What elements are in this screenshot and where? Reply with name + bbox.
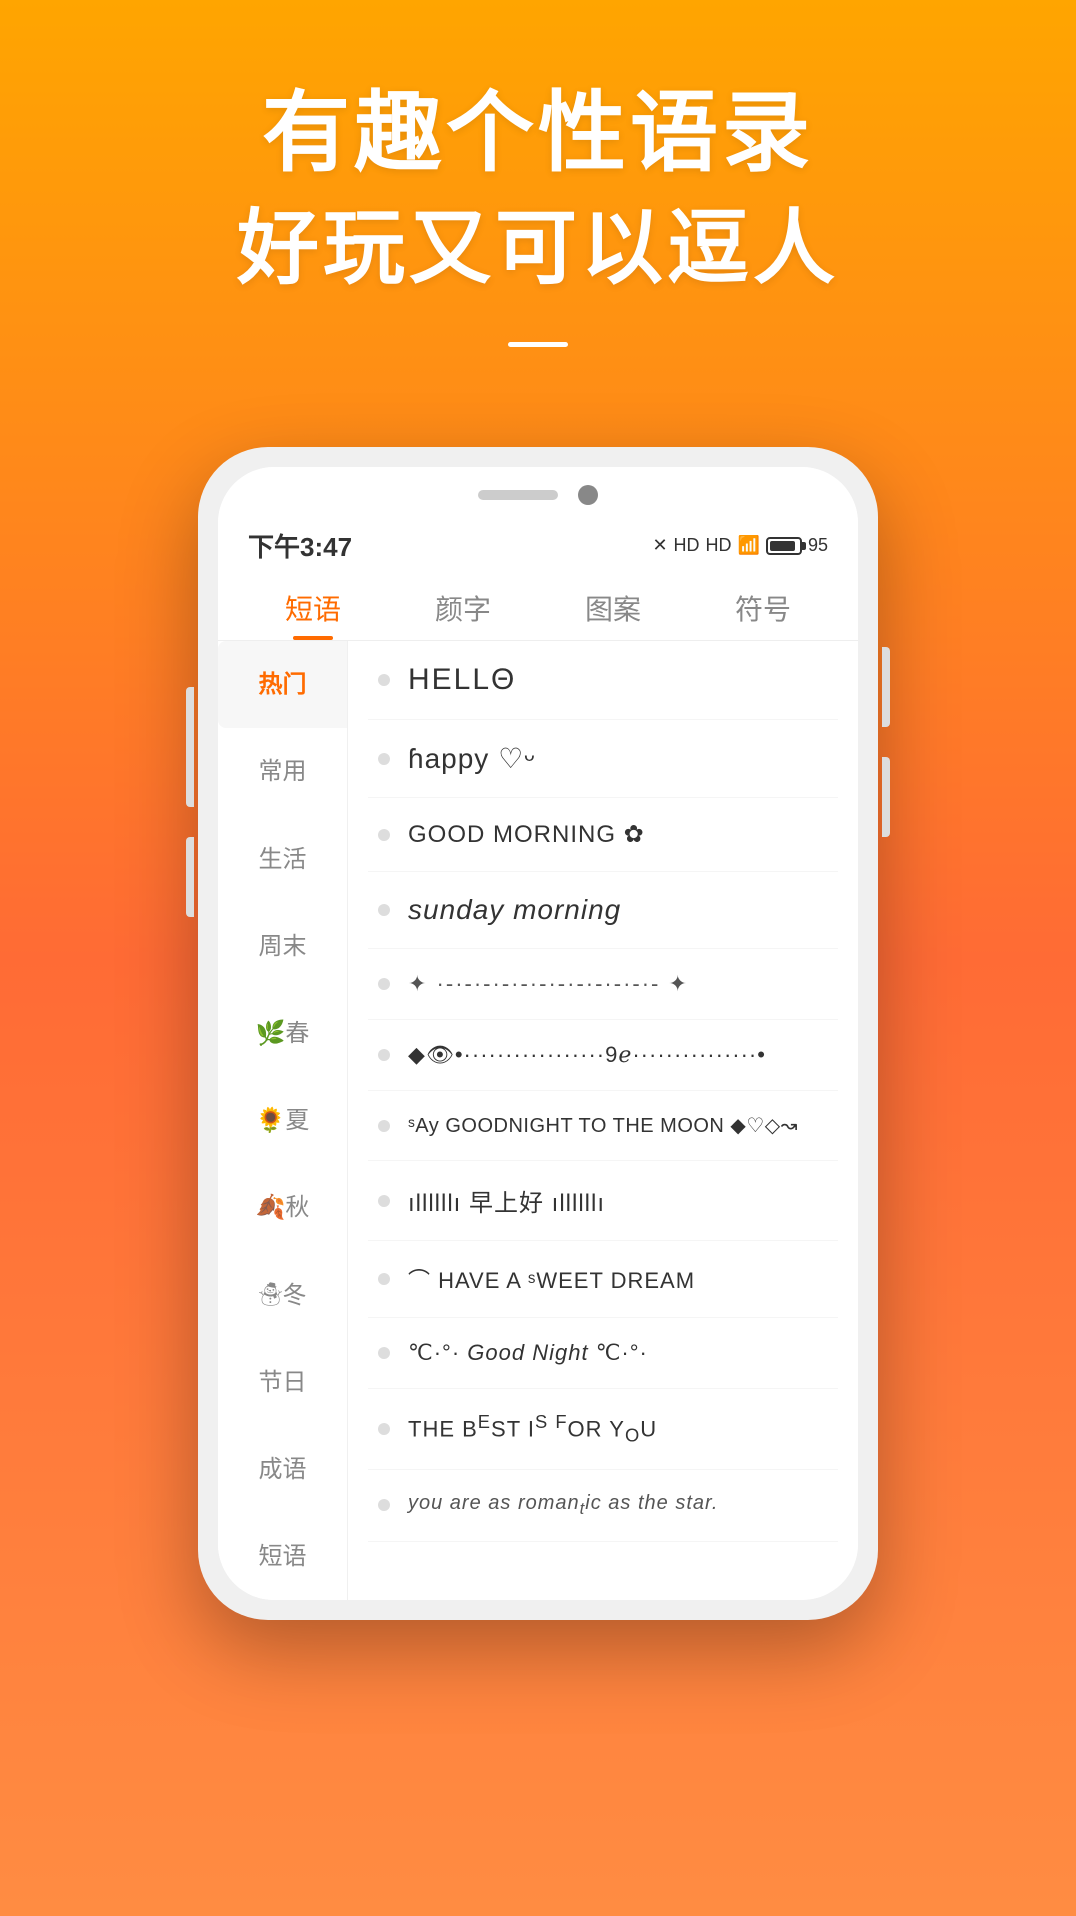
tab-bar: 短语 颜字 图案 符号 [218, 572, 858, 641]
phrase-text: ɦappy ♡ᵕ [408, 742, 536, 775]
tab-fancy[interactable]: 颜字 [435, 588, 491, 640]
bullet-dot [378, 829, 390, 841]
list-item[interactable]: you are as romantic as the star. [368, 1470, 838, 1542]
headline2: 好玩又可以逗人 [60, 196, 1016, 303]
bullet-dot [378, 904, 390, 916]
list-item[interactable]: ✦ ·-·-·-·-·-·-·-·-·-·-·-·- ✦ [368, 949, 838, 1020]
phrase-text: ◆👁•·················9ℯ···············• [408, 1042, 766, 1068]
list-item[interactable]: THE BEST IS FOR YOU [368, 1389, 838, 1470]
sidebar-item-autumn[interactable]: 🍂秋 [218, 1164, 347, 1251]
status-icons: ✕ HD HD 📶 95 [652, 535, 828, 556]
headline1: 有趣个性语录 [60, 80, 1016, 186]
bullet-dot [378, 753, 390, 765]
sidebar-item-spring[interactable]: 🌿春 [218, 990, 347, 1077]
tab-symbol[interactable]: 符号 [735, 588, 791, 640]
phone-mockup: 下午3:47 ✕ HD HD 📶 95 短语 颜字 图案 符号 [0, 447, 1076, 1620]
power-button-2 [882, 757, 890, 837]
list-item[interactable]: HELLΘ [368, 641, 838, 720]
sidebar-item-summer[interactable]: 🌻夏 [218, 1077, 347, 1164]
sidebar-item-weekend[interactable]: 周末 [218, 903, 347, 990]
phrase-text: GOOD MORNING ✿ [408, 820, 645, 849]
power-button-1 [882, 647, 890, 727]
list-item[interactable]: sunday morning [368, 872, 838, 949]
list-item[interactable]: ɦappy ♡ᵕ [368, 720, 838, 798]
battery-icon [766, 537, 802, 555]
sidebar-item-phrase[interactable]: 短语 [218, 1513, 347, 1600]
phrase-text: ⌒ HAVE A ˢWEET DREAM [408, 1263, 695, 1295]
hd-icon1: HD [674, 535, 700, 556]
list-item[interactable]: ◆👁•·················9ℯ···············• [368, 1020, 838, 1091]
content-area: 热门 常用 生活 周末 🌿春 🌻夏 🍂秋 ☃冬 节日 成语 短语 [218, 641, 858, 1600]
phrase-text: THE BEST IS FOR YOU [408, 1411, 657, 1447]
phrase-text: you are as romantic as the star. [408, 1492, 718, 1519]
phrase-text: ˢAy GOODNIGHT TO THE MOON ◆♡◇↝ [408, 1113, 798, 1138]
phone-frame: 下午3:47 ✕ HD HD 📶 95 短语 颜字 图案 符号 [198, 447, 878, 1620]
bullet-dot [378, 978, 390, 990]
phone-notch [218, 467, 858, 519]
phrase-list: HELLΘ ɦappy ♡ᵕ GOOD MORNING ✿ sunday mor… [348, 641, 858, 1600]
sidebar-item-life[interactable]: 生活 [218, 816, 347, 903]
bullet-dot [378, 1049, 390, 1061]
front-camera [578, 485, 598, 505]
status-bar: 下午3:47 ✕ HD HD 📶 95 [218, 519, 858, 572]
tab-pattern[interactable]: 图案 [585, 588, 641, 640]
status-time: 下午3:47 [248, 527, 352, 564]
battery-fill [770, 541, 795, 551]
phrase-text: ✦ ·-·-·-·-·-·-·-·-·-·-·-·- ✦ [408, 971, 689, 997]
category-sidebar: 热门 常用 生活 周末 🌿春 🌻夏 🍂秋 ☃冬 节日 成语 短语 [218, 641, 348, 1600]
signal-icon: ✕ [652, 535, 667, 556]
list-item[interactable]: ıllllllı 早上好 ıllllllı [368, 1161, 838, 1241]
list-item[interactable]: GOOD MORNING ✿ [368, 798, 838, 872]
list-item[interactable]: ℃·°· Good Night ℃·°· [368, 1318, 838, 1389]
bullet-dot [378, 674, 390, 686]
bullet-dot [378, 1195, 390, 1207]
list-item[interactable]: ⌒ HAVE A ˢWEET DREAM [368, 1241, 838, 1318]
tab-phrase[interactable]: 短语 [285, 588, 341, 640]
phrase-text: HELLΘ [408, 663, 516, 697]
bullet-dot [378, 1120, 390, 1132]
sidebar-item-common[interactable]: 常用 [218, 728, 347, 815]
hero-section: 有趣个性语录 好玩又可以逗人 [0, 0, 1076, 387]
phrase-text: ıllllllı 早上好 ıllllllı [408, 1183, 605, 1218]
wifi-icon: 📶 [738, 535, 760, 556]
speaker-grille [478, 490, 558, 500]
sidebar-item-hot[interactable]: 热门 [218, 641, 347, 728]
divider [508, 342, 568, 347]
bullet-dot [378, 1273, 390, 1285]
bullet-dot [378, 1347, 390, 1359]
volume-button-1 [186, 687, 194, 807]
bullet-dot [378, 1499, 390, 1511]
hd-icon2: HD [706, 535, 732, 556]
sidebar-item-winter[interactable]: ☃冬 [218, 1252, 347, 1339]
volume-button-2 [186, 837, 194, 917]
list-item[interactable]: ˢAy GOODNIGHT TO THE MOON ◆♡◇↝ [368, 1091, 838, 1161]
phrase-text: ℃·°· Good Night ℃·°· [408, 1340, 648, 1366]
phone-screen: 下午3:47 ✕ HD HD 📶 95 短语 颜字 图案 符号 [218, 467, 858, 1600]
sidebar-item-holiday[interactable]: 节日 [218, 1339, 347, 1426]
battery-percent: 95 [808, 535, 828, 556]
bullet-dot [378, 1423, 390, 1435]
phrase-text: sunday morning [408, 894, 621, 926]
sidebar-item-idiom[interactable]: 成语 [218, 1426, 347, 1513]
